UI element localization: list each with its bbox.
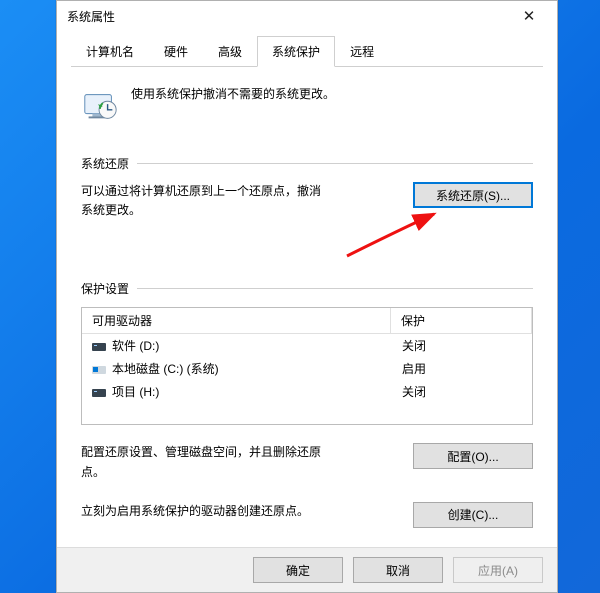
close-icon[interactable]: ✕ <box>507 2 551 30</box>
dialog-footer: 确定 取消 应用(A) <box>57 547 557 592</box>
tab-hardware[interactable]: 硬件 <box>149 36 203 67</box>
tab-computer-name[interactable]: 计算机名 <box>71 36 149 67</box>
restore-description: 可以通过将计算机还原到上一个还原点，撤消系统更改。 <box>81 182 331 220</box>
divider <box>137 163 533 164</box>
drive-icon <box>92 387 106 397</box>
section-restore-heading: 系统还原 <box>81 155 129 172</box>
system-restore-button[interactable]: 系统还原(S)... <box>413 182 533 208</box>
create-button[interactable]: 创建(C)... <box>413 502 533 528</box>
ok-button[interactable]: 确定 <box>253 557 343 583</box>
drive-icon <box>92 364 106 374</box>
configure-description: 配置还原设置、管理磁盘空间，并且删除还原点。 <box>81 443 341 481</box>
tab-system-protection[interactable]: 系统保护 <box>257 36 335 67</box>
apply-button[interactable]: 应用(A) <box>453 557 543 583</box>
tab-bar: 计算机名 硬件 高级 系统保护 远程 <box>71 35 543 67</box>
drive-icon <box>92 341 106 351</box>
table-row[interactable]: 软件 (D:) 关闭 <box>82 334 532 357</box>
col-header-drive[interactable]: 可用驱动器 <box>82 308 391 334</box>
tab-remote[interactable]: 远程 <box>335 36 389 67</box>
title-bar[interactable]: 系统属性 ✕ <box>57 1 557 31</box>
table-row[interactable]: 项目 (H:) 关闭 <box>82 380 532 403</box>
window-title: 系统属性 <box>67 8 115 25</box>
cancel-button[interactable]: 取消 <box>353 557 443 583</box>
section-protection-heading: 保护设置 <box>81 280 129 297</box>
table-row[interactable]: 本地磁盘 (C:) (系统) 启用 <box>82 357 532 380</box>
divider <box>137 288 533 289</box>
system-protection-icon <box>81 87 119 125</box>
create-description: 立刻为启用系统保护的驱动器创建还原点。 <box>81 502 309 521</box>
col-header-protection[interactable]: 保护 <box>391 308 532 334</box>
intro-text: 使用系统保护撤消不需要的系统更改。 <box>131 85 335 104</box>
drive-table: 可用驱动器 保护 软件 (D:) 关闭 <box>81 307 533 425</box>
configure-button[interactable]: 配置(O)... <box>413 443 533 469</box>
tab-advanced[interactable]: 高级 <box>203 36 257 67</box>
system-properties-dialog: 系统属性 ✕ 计算机名 硬件 高级 系统保护 远程 使用系统保护 <box>56 0 558 593</box>
